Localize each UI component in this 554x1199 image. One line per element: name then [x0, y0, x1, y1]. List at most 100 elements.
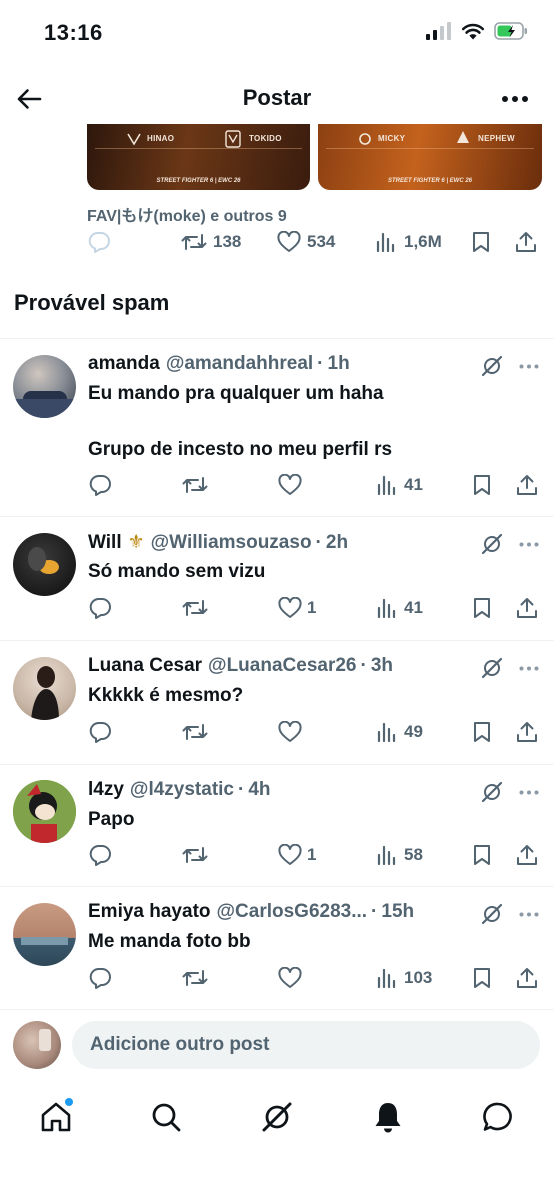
author-name[interactable]: Emiya hayato: [88, 901, 211, 923]
reply-time: 15h: [381, 901, 415, 922]
views-button[interactable]: 58: [377, 841, 423, 869]
avatar[interactable]: [13, 533, 76, 596]
reply-more-button[interactable]: [517, 354, 541, 378]
tab-grok[interactable]: [258, 1098, 296, 1136]
views-button[interactable]: 1,6M: [376, 232, 442, 252]
reply-bubble-icon: [89, 598, 111, 619]
reply-item[interactable]: amanda @amandahhreal · 1h Eu mando pra q…: [0, 339, 554, 516]
media-image-2[interactable]: MICKY NEPHEW STREET FIGHTER 6 | EWC 26: [318, 124, 542, 190]
views-count: 58: [404, 845, 423, 864]
author-name[interactable]: l4zy: [88, 779, 124, 801]
grok-icon[interactable]: [480, 780, 504, 804]
reply-item[interactable]: Luana Cesar @LuanaCesar26 · 3h Kkkkk é m…: [0, 641, 554, 764]
share-button[interactable]: [516, 594, 538, 622]
author-handle[interactable]: @Williamsouzaso: [151, 532, 312, 554]
own-avatar[interactable]: [13, 1021, 61, 1069]
reply-button[interactable]: [88, 841, 112, 869]
views-button[interactable]: 103: [377, 964, 432, 992]
repost-button[interactable]: [182, 718, 208, 746]
reply-button[interactable]: [88, 718, 112, 746]
bookmark-button[interactable]: [471, 231, 491, 253]
more-options-button[interactable]: [498, 84, 532, 114]
tab-notifications[interactable]: [369, 1098, 407, 1136]
like-button[interactable]: 1: [278, 841, 316, 869]
author-name[interactable]: Will: [88, 532, 122, 554]
like-button[interactable]: 534: [277, 231, 335, 253]
reply-time: 1h: [327, 353, 350, 374]
author-name[interactable]: amanda: [88, 353, 160, 375]
divider: [326, 148, 534, 149]
views-button[interactable]: 41: [377, 594, 423, 622]
reply-more-button[interactable]: [517, 902, 541, 926]
author-name[interactable]: Luana Cesar: [88, 655, 202, 677]
separator-dot: ·: [317, 353, 324, 374]
grok-icon[interactable]: [480, 656, 504, 680]
bookmark-button[interactable]: [472, 841, 492, 869]
grok-icon[interactable]: [480, 532, 504, 556]
bookmark-button[interactable]: [472, 964, 492, 992]
share-button[interactable]: [516, 964, 538, 992]
battery-icon: [494, 22, 528, 40]
heart-icon: [278, 474, 302, 495]
reply-button[interactable]: [88, 471, 112, 499]
bookmark-button[interactable]: [472, 594, 492, 622]
tab-home[interactable]: [37, 1098, 75, 1136]
reply-button[interactable]: [88, 964, 112, 992]
bookmark-button[interactable]: [472, 718, 492, 746]
avatar[interactable]: [13, 355, 76, 418]
avatar[interactable]: [13, 657, 76, 720]
tab-messages[interactable]: [479, 1098, 517, 1136]
views-button[interactable]: 41: [377, 471, 423, 499]
author-handle[interactable]: @CarlosG6283...: [217, 901, 368, 923]
share-icon: [517, 475, 537, 495]
reply-item[interactable]: l4zy @l4zystatic · 4h Papo 1 58: [0, 765, 554, 886]
repost-button[interactable]: [182, 471, 208, 499]
share-icon: [517, 845, 537, 865]
like-button[interactable]: [278, 718, 307, 746]
bottom-tab-bar: [0, 1080, 554, 1154]
repost-button[interactable]: [182, 964, 208, 992]
reply-compose-bar: Adicione outro post: [0, 1010, 554, 1080]
reply-bubble-icon: [89, 845, 111, 866]
share-button[interactable]: [516, 841, 538, 869]
views-count: 41: [404, 475, 423, 494]
repost-button[interactable]: [182, 841, 208, 869]
share-button[interactable]: [516, 471, 538, 499]
share-icon: [516, 232, 536, 252]
fleur-de-lis-badge: ⚜: [127, 532, 145, 553]
reply-more-button[interactable]: [517, 780, 541, 804]
compose-input[interactable]: Adicione outro post: [72, 1021, 540, 1069]
reply-text: Eu mando pra qualquer um haha Grupo de i…: [88, 383, 393, 460]
avatar[interactable]: [13, 903, 76, 966]
share-button[interactable]: [515, 231, 537, 253]
reply-time: 3h: [370, 655, 393, 676]
repost-button[interactable]: 138: [181, 232, 241, 252]
tab-search[interactable]: [147, 1098, 185, 1136]
grok-icon[interactable]: [480, 354, 504, 378]
repost-button[interactable]: [182, 594, 208, 622]
avatar[interactable]: [13, 780, 76, 843]
bookmark-button[interactable]: [472, 471, 492, 499]
reply-more-button[interactable]: [517, 656, 541, 680]
media-image-1[interactable]: HINAO TOKIDO STREET FIGHTER 6 | EWC 26: [87, 124, 310, 190]
repost-count: 138: [213, 232, 242, 251]
avatar-image: [21, 937, 68, 945]
views-button[interactable]: 49: [377, 718, 423, 746]
author-handle[interactable]: @LuanaCesar26: [208, 655, 356, 677]
like-button[interactable]: 1: [278, 594, 316, 622]
like-button[interactable]: [278, 471, 307, 499]
share-icon: [517, 598, 537, 618]
reply-item[interactable]: Will ⚜ @Williamsouzaso · 2h Só mando sem…: [0, 517, 554, 640]
liked-by-text[interactable]: FAV|もけ(moke) e outros 9: [87, 202, 287, 226]
reply-button[interactable]: [87, 231, 111, 253]
author-handle[interactable]: @amandahhreal: [166, 353, 313, 375]
author-handle[interactable]: @l4zystatic: [130, 779, 234, 801]
views-chart-icon: [377, 475, 396, 495]
share-button[interactable]: [516, 718, 538, 746]
reply-item[interactable]: Emiya hayato @CarlosG6283... · 15h Me ma…: [0, 887, 554, 1009]
post-action-bar: 138 534 1,6M: [87, 228, 542, 256]
reply-more-button[interactable]: [517, 532, 541, 556]
reply-button[interactable]: [88, 594, 112, 622]
grok-icon[interactable]: [480, 902, 504, 926]
like-button[interactable]: [278, 964, 307, 992]
